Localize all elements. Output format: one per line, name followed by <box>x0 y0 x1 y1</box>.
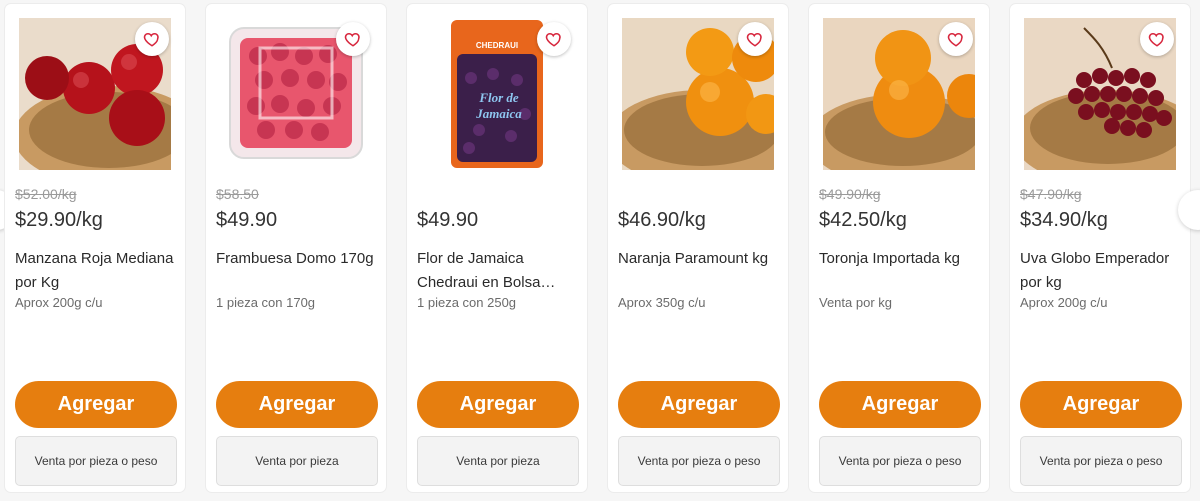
bag-line2-text: Jamaica <box>475 106 522 121</box>
heart-icon <box>143 32 159 47</box>
sale-mode-button[interactable]: Venta por pieza <box>216 436 378 486</box>
product-detail: 1 pieza con 250g <box>417 295 517 310</box>
product-detail: Aprox 350g c/u <box>618 295 706 310</box>
bag-line1-text: Flor de <box>478 90 519 105</box>
product-name[interactable]: Naranja Paramount kg <box>618 247 778 271</box>
current-price: $49.90 <box>417 209 479 231</box>
heart-icon <box>1148 32 1164 47</box>
original-price: $47.90/kg <box>1020 186 1082 202</box>
heart-icon <box>746 32 762 47</box>
product-name[interactable]: Frambuesa Domo 170g <box>216 247 376 271</box>
current-price: $46.90/kg <box>618 209 706 231</box>
product-carousel: $52.00/kg $29.90/kg Manzana Roja Mediana… <box>0 0 1200 501</box>
product-detail: Venta por kg <box>819 295 892 310</box>
product-name[interactable]: Uva Globo Emperador por kg <box>1020 247 1180 295</box>
heart-icon <box>545 32 561 47</box>
current-price: $29.90/kg <box>15 209 103 231</box>
product-card[interactable]: $47.90/kg $34.90/kg Uva Globo Emperador … <box>1010 4 1190 492</box>
favorite-heart-button[interactable] <box>738 22 772 56</box>
bag-brand-text: CHEDRAUI <box>476 41 518 50</box>
product-name[interactable]: Manzana Roja Mediana por Kg <box>15 247 175 295</box>
original-price: $58.50 <box>216 186 259 202</box>
product-card[interactable]: CHEDRAUI Flor de Jamaica $49.90 Flor de … <box>407 4 587 492</box>
product-name[interactable]: Toronja Importada kg <box>819 247 979 271</box>
product-name[interactable]: Flor de Jamaica Chedraui en Bolsa… <box>417 247 577 295</box>
heart-icon <box>947 32 963 47</box>
current-price: $34.90/kg <box>1020 209 1108 231</box>
sale-mode-button[interactable]: Venta por pieza o peso <box>618 436 780 486</box>
sale-mode-button[interactable]: Venta por pieza o peso <box>819 436 981 486</box>
current-price: $42.50/kg <box>819 209 907 231</box>
add-to-cart-button[interactable]: Agregar <box>819 381 981 428</box>
product-detail: Aprox 200g c/u <box>15 295 103 310</box>
product-card[interactable]: $46.90/kg Naranja Paramount kg Aprox 350… <box>608 4 788 492</box>
current-price: $49.90 <box>216 209 278 231</box>
sale-mode-button[interactable]: Venta por pieza o peso <box>15 436 177 486</box>
product-card[interactable]: $52.00/kg $29.90/kg Manzana Roja Mediana… <box>5 4 185 492</box>
add-to-cart-button[interactable]: Agregar <box>216 381 378 428</box>
original-price: $52.00/kg <box>15 186 77 202</box>
add-to-cart-button[interactable]: Agregar <box>15 381 177 428</box>
heart-icon <box>344 32 360 47</box>
product-card[interactable]: $58.50 $49.90 Frambuesa Domo 170g 1 piez… <box>206 4 386 492</box>
favorite-heart-button[interactable] <box>336 22 370 56</box>
add-to-cart-button[interactable]: Agregar <box>618 381 780 428</box>
sale-mode-button[interactable]: Venta por pieza <box>417 436 579 486</box>
product-detail: Aprox 200g c/u <box>1020 295 1108 310</box>
product-card[interactable]: $49.90/kg $42.50/kg Toronja Importada kg… <box>809 4 989 492</box>
sale-mode-button[interactable]: Venta por pieza o peso <box>1020 436 1182 486</box>
favorite-heart-button[interactable] <box>135 22 169 56</box>
product-detail: 1 pieza con 170g <box>216 295 316 310</box>
favorite-heart-button[interactable] <box>939 22 973 56</box>
add-to-cart-button[interactable]: Agregar <box>1020 381 1182 428</box>
add-to-cart-button[interactable]: Agregar <box>417 381 579 428</box>
favorite-heart-button[interactable] <box>1140 22 1174 56</box>
original-price: $49.90/kg <box>819 186 881 202</box>
favorite-heart-button[interactable] <box>537 22 571 56</box>
